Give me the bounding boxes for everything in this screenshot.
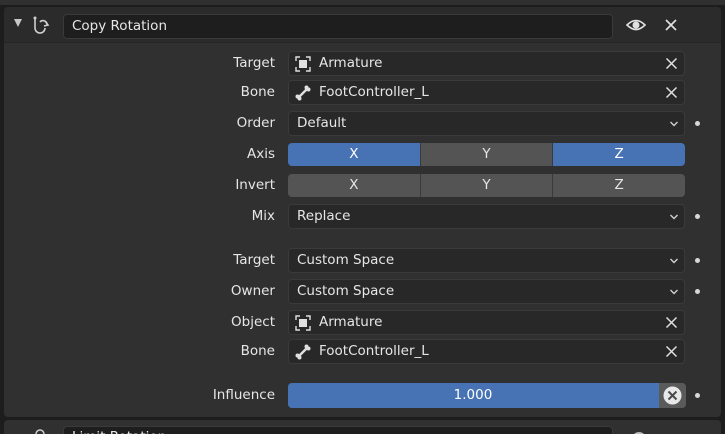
bone-value: FootController_L [319,84,429,100]
chevron-down-icon [670,289,678,295]
order-dropdown[interactable]: Default [288,111,685,136]
invert-y-toggle[interactable]: Y [420,174,554,197]
constraint-icon[interactable] [31,15,51,35]
previous-panel-edge [0,0,725,5]
disable-keep-transform-button[interactable] [659,383,686,408]
invert-toggle-group: X Y Z [288,174,685,197]
next-constraint-panel: Limit Rotation [4,420,721,434]
copy-rotation-constraint-panel: Copy Rotation Target Armature Bone FootC… [4,7,721,417]
space-bone-field[interactable]: FootController_L [288,339,685,364]
space-bone-label: Bone [240,343,275,359]
invert-x-toggle[interactable]: X [288,174,421,197]
axis-x-toggle[interactable]: X [288,143,421,166]
object-icon [295,315,311,331]
clear-space-bone-x-icon[interactable] [665,345,678,358]
order-label: Order [236,115,275,131]
axis-z-toggle[interactable]: Z [553,143,685,166]
target-field[interactable]: Armature [288,51,685,76]
collapse-arrow-icon[interactable] [14,19,22,27]
eye-icon[interactable] [625,16,647,34]
object-label: Object [231,314,275,330]
target-space-dropdown[interactable]: Custom Space [288,248,685,273]
clear-bone-x-icon[interactable] [665,86,678,99]
order-value: Default [297,115,347,131]
constraint-header: Copy Rotation [4,7,721,43]
bone-field[interactable]: FootController_L [288,80,685,105]
animate-property-dot[interactable] [695,214,700,219]
influence-label: Influence [212,387,275,403]
animate-property-dot[interactable] [695,121,700,126]
object-icon [295,56,311,72]
space-object-field[interactable]: Armature [288,310,685,335]
invert-label: Invert [235,177,275,193]
chevron-down-icon [670,121,678,127]
invert-z-toggle[interactable]: Z [553,174,685,197]
mix-label: Mix [251,208,275,224]
animate-property-dot[interactable] [695,258,700,263]
owner-space-dropdown[interactable]: Custom Space [288,279,685,304]
x-circle-icon [663,386,682,405]
influence-value: 1.000 [453,387,493,403]
bone-label: Bone [240,84,275,100]
delete-constraint-x-icon[interactable] [663,17,679,33]
animate-property-dot[interactable] [695,393,700,398]
owner-space-value: Custom Space [297,283,395,299]
space-object-value: Armature [319,314,383,330]
bone-icon [295,344,311,360]
clear-target-x-icon[interactable] [665,57,678,70]
mix-dropdown[interactable]: Replace [288,204,685,229]
axis-y-toggle[interactable]: Y [420,143,554,166]
axis-toggle-group: X Y Z [288,143,685,166]
axis-label: Axis [246,146,275,162]
chevron-down-icon [670,214,678,220]
owner-space-label: Owner [230,283,275,299]
space-bone-value: FootController_L [319,343,429,359]
animate-property-dot[interactable] [695,289,700,294]
bone-icon [295,85,311,101]
target-value: Armature [319,55,383,71]
target-space-value: Custom Space [297,252,395,268]
constraint-name-field[interactable]: Copy Rotation [63,14,613,39]
target-label: Target [233,55,275,71]
chevron-down-icon [670,258,678,264]
influence-slider[interactable]: 1.000 [288,383,686,408]
next-constraint-name-field[interactable]: Limit Rotation [63,426,613,434]
mix-value: Replace [297,208,351,224]
constraint-icon[interactable] [33,428,49,434]
clear-object-x-icon[interactable] [665,316,678,329]
target-space-label: Target [233,252,275,268]
